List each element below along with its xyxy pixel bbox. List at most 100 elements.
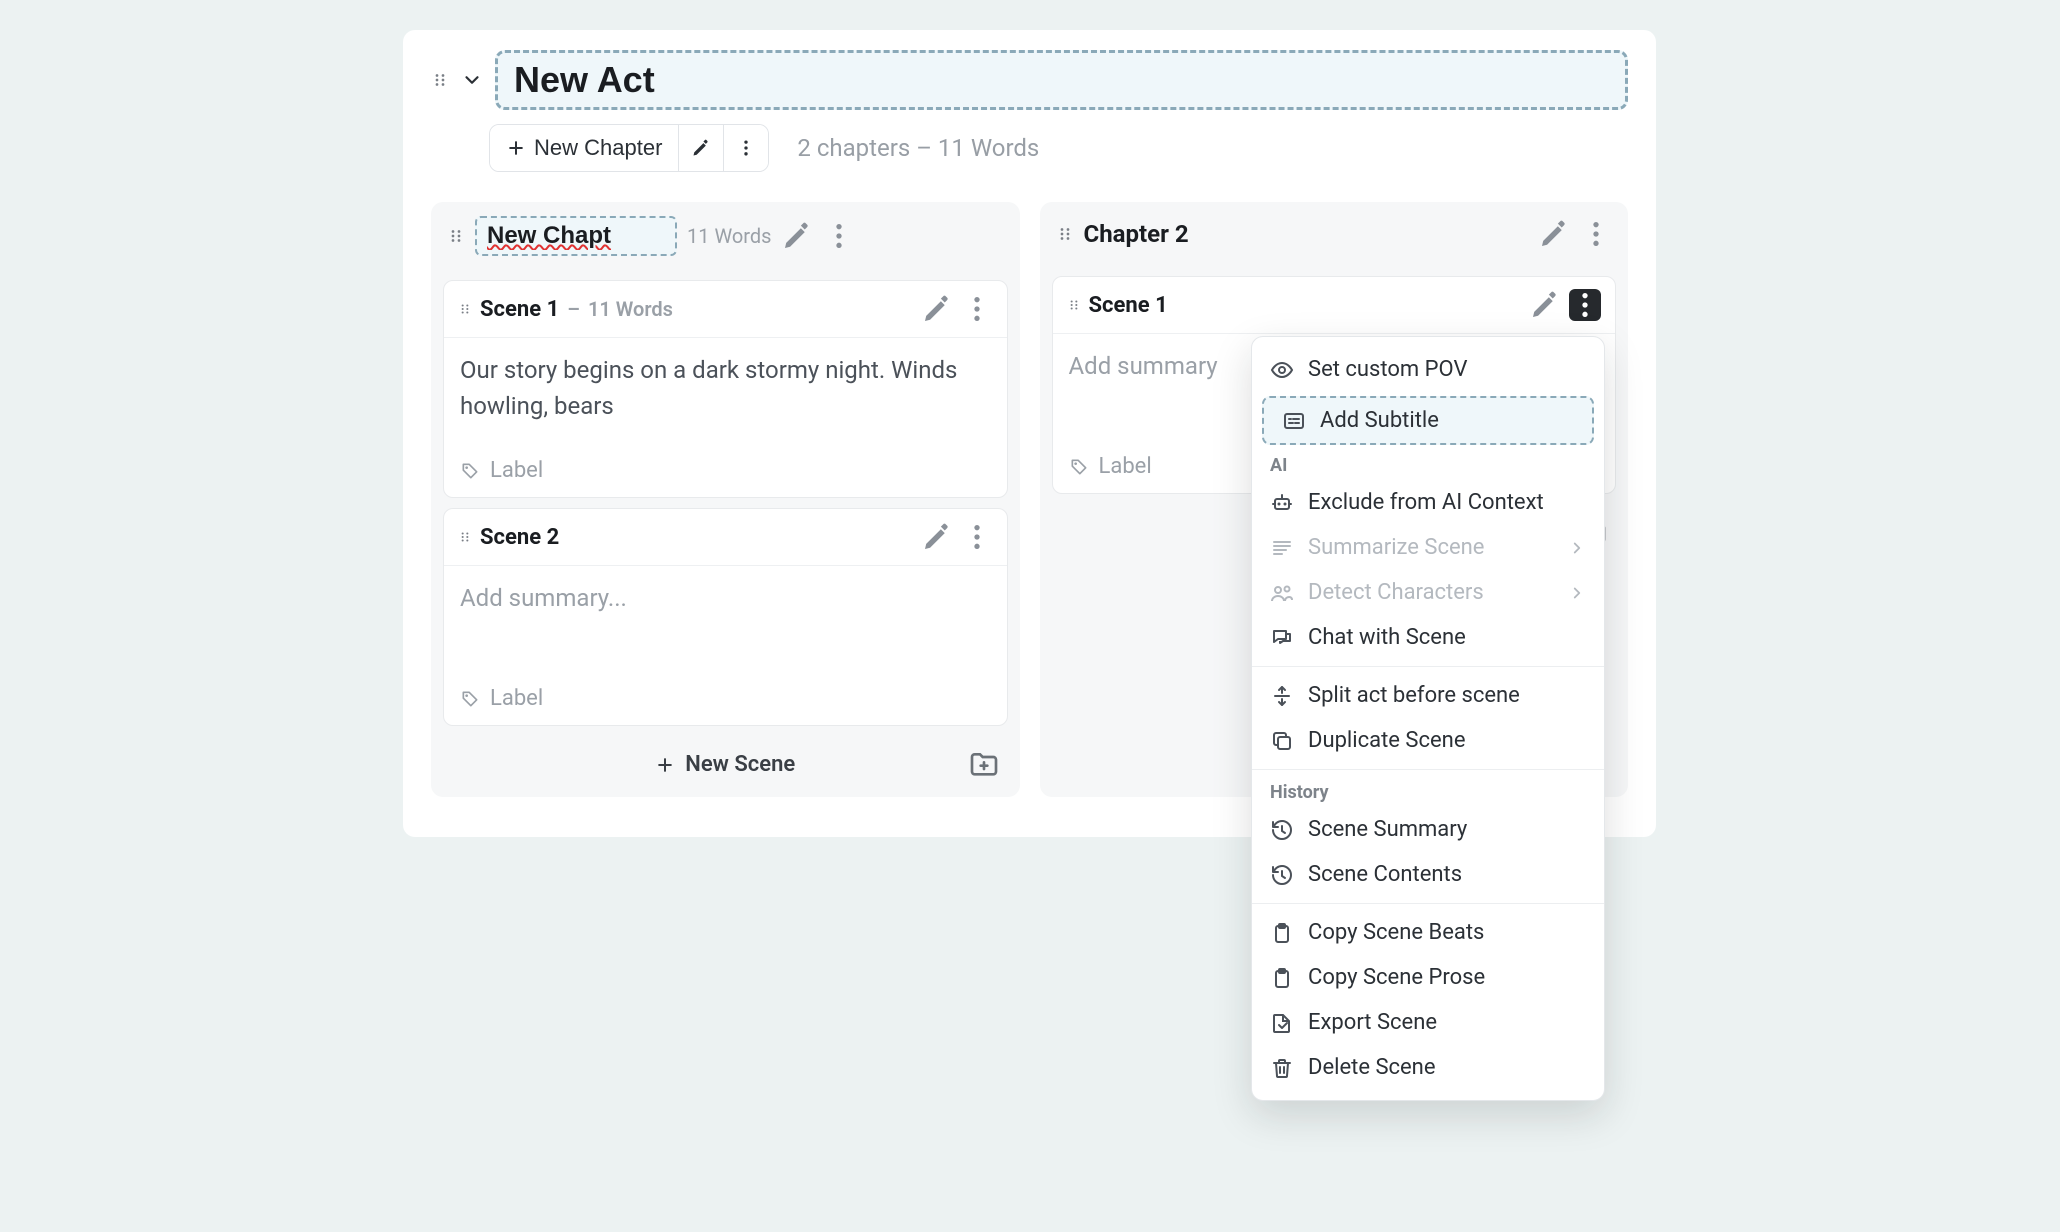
menu-summarize-scene: Summarize Scene [1252, 525, 1604, 570]
chevron-right-icon [1568, 584, 1586, 602]
rename-scene-button[interactable] [921, 521, 953, 553]
drag-handle-icon[interactable] [458, 530, 472, 544]
menu-label: Export Scene [1308, 1010, 1437, 1035]
scene-title: Scene 2 [480, 525, 559, 550]
menu-duplicate-scene[interactable]: Duplicate Scene [1252, 718, 1604, 763]
chapter-word-count: 11 Words [687, 224, 771, 248]
new-chapter-button[interactable]: New Chapter [490, 125, 678, 171]
scene-label[interactable]: Label [490, 458, 543, 483]
act-stats: 2 chapters – 11 Words [797, 134, 1039, 162]
rename-scene-button[interactable] [921, 293, 953, 325]
menu-delete-scene[interactable]: Delete Scene [1252, 1045, 1604, 1090]
menu-label: Copy Scene Prose [1308, 965, 1485, 990]
menu-label: Scene Contents [1308, 862, 1462, 887]
new-scene-label: New Scene [685, 752, 795, 777]
chapter-column: 11 Words Scene 1 – 11 Words Our story be… [431, 202, 1020, 797]
robot-icon [1270, 491, 1294, 515]
add-to-folder-button[interactable] [968, 749, 1000, 781]
menu-heading-ai: AI [1252, 449, 1604, 480]
menu-export-scene[interactable]: Export Scene [1252, 1000, 1604, 1045]
menu-label: Copy Scene Beats [1308, 920, 1484, 945]
scene-label[interactable]: Label [1099, 454, 1152, 479]
drag-handle-icon[interactable] [1067, 298, 1081, 312]
history-icon [1270, 818, 1294, 842]
menu-label: Detect Characters [1308, 580, 1484, 605]
act-title-input[interactable] [514, 59, 1609, 101]
menu-label: Scene Summary [1308, 817, 1467, 842]
clipboard-icon [1270, 921, 1294, 945]
lines-icon [1270, 536, 1294, 560]
new-scene-button[interactable]: New Scene [655, 752, 795, 777]
trash-icon [1270, 1056, 1294, 1080]
scene-card[interactable]: Scene 2 Add summary... Label [443, 508, 1008, 726]
chapter-more-button[interactable] [823, 220, 855, 252]
plus-icon [506, 138, 526, 158]
act-more-button[interactable] [723, 125, 768, 171]
scene-context-menu: Set custom POV Add Subtitle AI Exclude f… [1251, 336, 1605, 1101]
menu-scene-contents-history[interactable]: Scene Contents [1252, 852, 1604, 897]
rename-chapter-button[interactable] [781, 220, 813, 252]
chapter-title-input[interactable] [487, 222, 665, 250]
menu-split-act[interactable]: Split act before scene [1252, 673, 1604, 718]
act-title-input-wrapper[interactable] [495, 50, 1628, 110]
scene-words-sep: – [567, 297, 580, 321]
history-icon [1270, 863, 1294, 887]
split-icon [1270, 684, 1294, 708]
scene-footer: Label [444, 676, 1007, 725]
chat-icon [1270, 626, 1294, 650]
eye-icon [1270, 358, 1294, 382]
scene-title: Scene 1 [480, 297, 559, 322]
new-scene-row: New Scene [431, 736, 1020, 785]
more-icon [736, 138, 756, 158]
collapse-toggle[interactable] [461, 69, 483, 91]
menu-label: Exclude from AI Context [1308, 490, 1544, 515]
drag-handle-icon[interactable] [458, 302, 472, 316]
tag-icon [1069, 457, 1089, 477]
chapter-title[interactable]: Chapter 2 [1084, 216, 1189, 252]
menu-separator [1252, 769, 1604, 770]
clipboard-icon [1270, 966, 1294, 990]
menu-label: Delete Scene [1308, 1055, 1436, 1080]
scene-title: Scene 1 [1089, 293, 1168, 318]
menu-add-subtitle[interactable]: Add Subtitle [1262, 396, 1594, 445]
menu-label: Set custom POV [1308, 357, 1467, 382]
menu-label: Summarize Scene [1308, 535, 1484, 560]
chapter-title-input-wrapper[interactable] [475, 216, 677, 256]
rename-act-button[interactable] [678, 125, 723, 171]
act-header-row [431, 50, 1628, 118]
scene-header: Scene 1 – 11 Words [444, 281, 1007, 338]
drag-handle-icon[interactable] [431, 71, 449, 89]
menu-separator [1252, 903, 1604, 904]
scene-word-count: 11 Words [588, 297, 673, 321]
drag-handle-icon[interactable] [447, 227, 465, 245]
menu-chat-with-scene[interactable]: Chat with Scene [1252, 615, 1604, 660]
menu-separator [1252, 666, 1604, 667]
menu-label: Duplicate Scene [1308, 728, 1465, 753]
menu-set-custom-pov[interactable]: Set custom POV [1252, 347, 1604, 392]
scene-header: Scene 1 [1053, 277, 1616, 334]
scene-header: Scene 2 [444, 509, 1007, 566]
copy-icon [1270, 729, 1294, 753]
chevron-right-icon [1568, 539, 1586, 557]
menu-label: Add Subtitle [1320, 408, 1439, 433]
scene-more-button[interactable] [1569, 289, 1601, 321]
menu-exclude-ai[interactable]: Exclude from AI Context [1252, 480, 1604, 525]
new-chapter-label: New Chapter [534, 135, 662, 161]
subtitle-icon [1282, 409, 1306, 433]
drag-handle-icon[interactable] [1056, 225, 1074, 243]
scene-more-button[interactable] [961, 521, 993, 553]
export-icon [1270, 1011, 1294, 1035]
users-icon [1270, 581, 1294, 605]
menu-copy-prose[interactable]: Copy Scene Prose [1252, 955, 1604, 1000]
tag-icon [460, 461, 480, 481]
pencil-icon [691, 138, 711, 158]
scene-label[interactable]: Label [490, 686, 543, 711]
scene-more-button[interactable] [961, 293, 993, 325]
menu-scene-summary-history[interactable]: Scene Summary [1252, 807, 1604, 852]
menu-copy-beats[interactable]: Copy Scene Beats [1252, 910, 1604, 955]
menu-heading-history: History [1252, 776, 1604, 807]
act-button-group: New Chapter [489, 124, 769, 172]
rename-scene-button[interactable] [1529, 289, 1561, 321]
scene-summary[interactable]: Our story begins on a dark stormy night.… [444, 338, 1007, 448]
menu-detect-characters: Detect Characters [1252, 570, 1604, 615]
